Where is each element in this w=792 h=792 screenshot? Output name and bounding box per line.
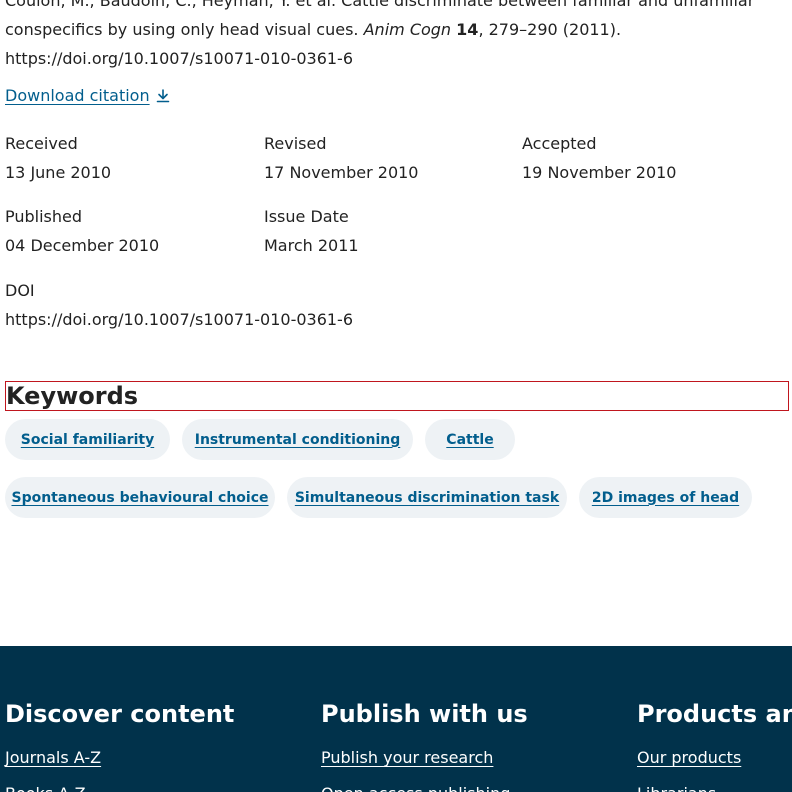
issue-date-label: Issue Date	[264, 207, 349, 226]
published-date: Published 04 December 2010	[5, 202, 159, 260]
revised-value: 17 November 2010	[264, 163, 419, 182]
citation-title-end: conspecifics by using only head visual c…	[5, 20, 359, 39]
keywords-heading: Keywords	[5, 381, 789, 411]
revised-label: Revised	[264, 134, 327, 153]
footer-publish-title: Publish with us	[321, 700, 528, 728]
keyword-pill: Cattle	[425, 419, 515, 460]
footer-link-books-az[interactable]: Books A-Z	[5, 784, 86, 792]
footer-link-open-access[interactable]: Open access publishing	[321, 784, 510, 792]
citation-line-1: Coulon, M., Baudoin, C., Heyman, Y. et a…	[5, 0, 755, 10]
keyword-link-spontaneous-behavioural-choice[interactable]: Spontaneous behavioural choice	[11, 490, 268, 506]
accepted-value: 19 November 2010	[522, 163, 677, 182]
doi-value: https://doi.org/10.1007/s10071-010-0361-…	[5, 310, 354, 329]
keyword-link-2d-images-of-head[interactable]: 2D images of head	[592, 490, 739, 506]
download-citation-link[interactable]: Download citation	[5, 86, 170, 105]
citation-line-2: conspecifics by using only head visual c…	[5, 15, 785, 44]
published-label: Published	[5, 207, 83, 226]
keywords-heading-text: Keywords	[6, 382, 139, 410]
keyword-pill: Instrumental conditioning	[182, 419, 413, 460]
keyword-link-simultaneous-discrimination-task[interactable]: Simultaneous discrimination task	[295, 490, 559, 506]
footer-products-title: Products and	[637, 700, 792, 728]
accepted-label: Accepted	[522, 134, 597, 153]
keyword-link-cattle[interactable]: Cattle	[446, 432, 493, 448]
footer-link-journals-az[interactable]: Journals A-Z	[5, 748, 101, 767]
download-icon	[156, 88, 170, 103]
citation-text: Coulon, M., Baudoin, C., Heyman, Y. et a…	[5, 0, 785, 73]
doi-label: DOI	[5, 281, 35, 300]
citation-journal: Anim Cogn	[363, 20, 452, 39]
keyword-pill: Simultaneous discrimination task	[287, 477, 567, 518]
issue-date: Issue Date March 2011	[264, 202, 359, 260]
received-label: Received	[5, 134, 78, 153]
issue-date-value: March 2011	[264, 236, 359, 255]
keyword-link-social-familiarity[interactable]: Social familiarity	[21, 432, 154, 448]
revised-date: Revised 17 November 2010	[264, 129, 418, 187]
citation-doi: https://doi.org/10.1007/s10071-010-0361-…	[5, 49, 354, 68]
received-value: 13 June 2010	[5, 163, 112, 182]
footer-link-our-products[interactable]: Our products	[637, 748, 741, 767]
accepted-date: Accepted 19 November 2010	[522, 129, 676, 187]
citation-volume: 14	[456, 20, 479, 39]
doi-block: DOI https://doi.org/10.1007/s10071-010-0…	[5, 276, 353, 334]
download-citation-label: Download citation	[5, 86, 150, 105]
received-date: Received 13 June 2010	[5, 129, 111, 187]
keyword-pill: Social familiarity	[5, 419, 170, 460]
published-value: 04 December 2010	[5, 236, 160, 255]
footer-discover-title: Discover content	[5, 700, 235, 728]
keyword-pill: Spontaneous behavioural choice	[5, 477, 275, 518]
footer-link-publish-research[interactable]: Publish your research	[321, 748, 493, 767]
keyword-pill: 2D images of head	[579, 477, 752, 518]
citation-pages-year: , 279–290 (2011).	[478, 20, 622, 39]
keyword-link-instrumental-conditioning[interactable]: Instrumental conditioning	[195, 432, 401, 448]
footer-link-librarians[interactable]: Librarians	[637, 784, 716, 792]
site-footer: Discover content Journals A-Z Books A-Z …	[0, 646, 792, 792]
